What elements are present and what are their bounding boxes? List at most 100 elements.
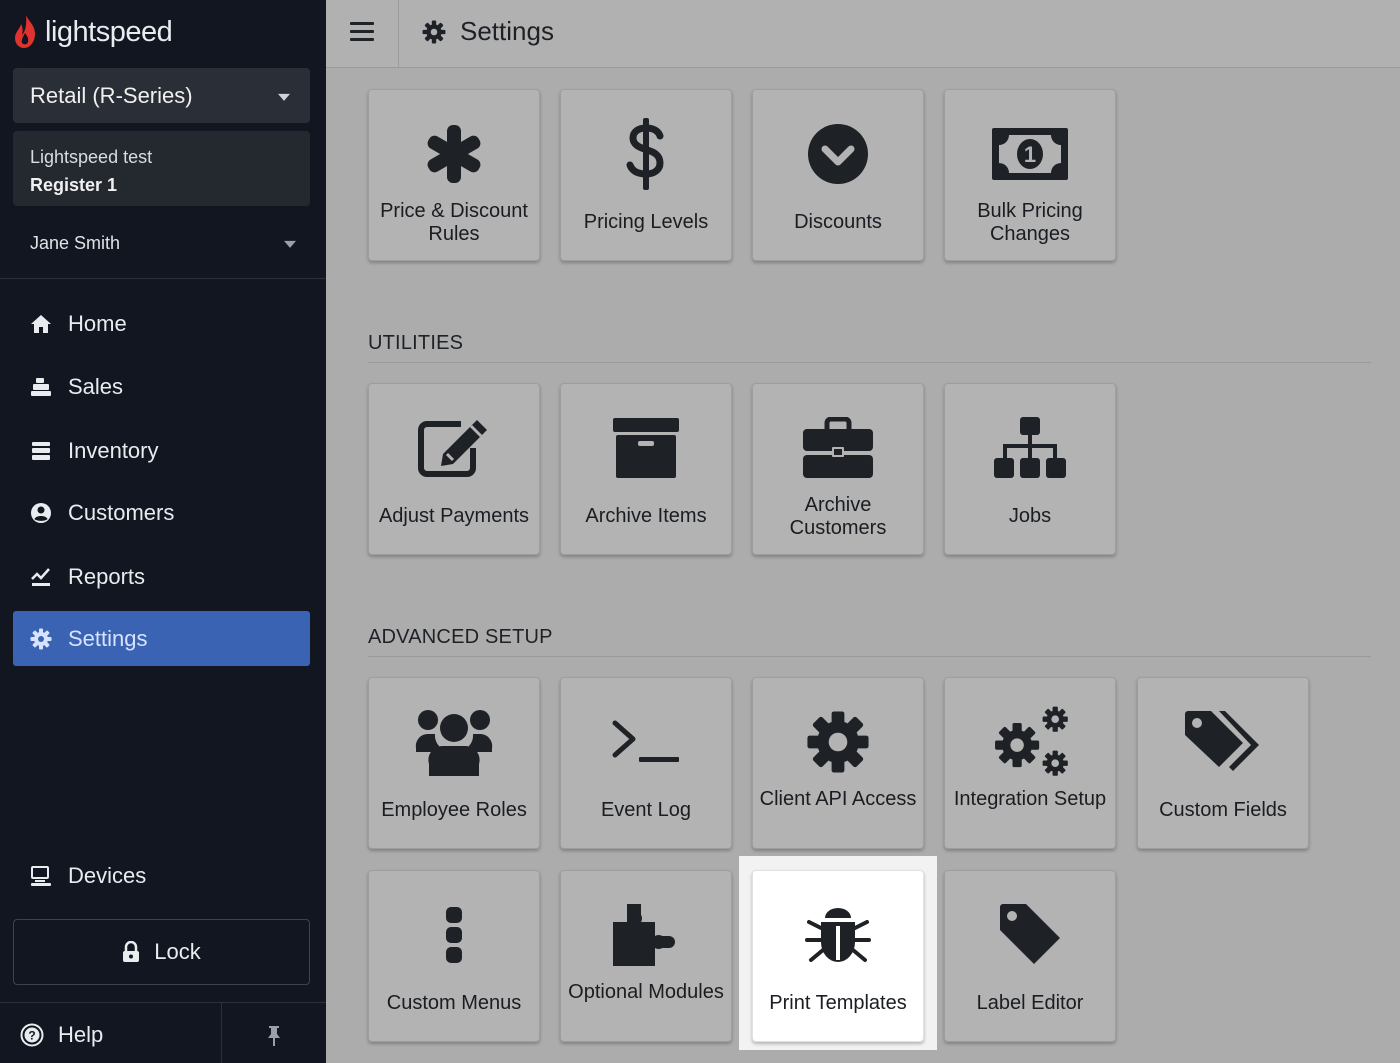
tile-event-log[interactable]: Event Log bbox=[560, 677, 732, 849]
product-selector[interactable]: Retail (R-Series) bbox=[13, 68, 310, 123]
caret-down-icon bbox=[284, 240, 296, 248]
nav-item-home[interactable]: Home bbox=[13, 296, 310, 351]
gear-icon bbox=[422, 20, 446, 43]
lightspeed-logo[interactable]: lightspeed bbox=[13, 12, 173, 52]
divider bbox=[368, 362, 1371, 363]
cogs-icon bbox=[945, 706, 1115, 778]
divider bbox=[368, 656, 1371, 657]
dollar-icon bbox=[561, 118, 731, 190]
hamburger-menu-icon[interactable] bbox=[350, 22, 374, 42]
cog-icon bbox=[753, 706, 923, 778]
nav-item-settings[interactable]: Settings bbox=[13, 611, 310, 666]
tile-label: Label Editor bbox=[976, 992, 1084, 1014]
tile-label: Event Log bbox=[600, 799, 692, 821]
help-icon: ? bbox=[20, 1023, 44, 1047]
section-title-utilities: UTILITIES bbox=[368, 332, 464, 354]
svg-text:?: ? bbox=[28, 1029, 35, 1043]
pin-icon[interactable] bbox=[262, 1024, 286, 1048]
tile-bulk-pricing-changes[interactable]: 1 Bulk Pricing Changes bbox=[944, 89, 1116, 261]
edit-icon bbox=[369, 412, 539, 484]
nav-item-inventory[interactable]: Inventory bbox=[13, 423, 310, 478]
page-title: Settings bbox=[422, 16, 554, 47]
tile-discounts[interactable]: Discounts bbox=[752, 89, 924, 261]
flame-icon bbox=[15, 15, 35, 48]
tile-archive-items[interactable]: Archive Items bbox=[560, 383, 732, 555]
chart-icon bbox=[30, 565, 52, 589]
nav-item-sales[interactable]: Sales bbox=[13, 359, 310, 414]
nav-label: Inventory bbox=[68, 437, 159, 463]
tile-pricing-levels[interactable]: Pricing Levels bbox=[560, 89, 732, 261]
users-icon bbox=[369, 706, 539, 778]
top-bar: Settings bbox=[326, 0, 1400, 68]
vertical-dots-icon bbox=[369, 899, 539, 971]
tile-label: Archive Items bbox=[585, 505, 707, 527]
tile-adjust-payments[interactable]: Adjust Payments bbox=[368, 383, 540, 555]
nav-item-devices[interactable]: Devices bbox=[13, 848, 310, 903]
register-info: Lightspeed test Register 1 bbox=[13, 131, 310, 206]
gear-icon bbox=[30, 627, 52, 651]
briefcase-icon bbox=[753, 412, 923, 484]
nav-item-customers[interactable]: Customers bbox=[13, 485, 310, 540]
page-title-text: Settings bbox=[460, 16, 554, 46]
nav-label: Home bbox=[68, 310, 127, 336]
asterisk-icon bbox=[369, 118, 539, 190]
chevron-circle-icon bbox=[753, 118, 923, 190]
nav-label: Sales bbox=[68, 373, 124, 399]
nav-item-reports[interactable]: Reports bbox=[13, 549, 310, 604]
tile-label: Custom Fields bbox=[1159, 799, 1287, 821]
tile-label: Price & Discount Rules bbox=[380, 200, 528, 245]
tile-custom-menus[interactable]: Custom Menus bbox=[368, 870, 540, 1042]
tile-client-api-access[interactable]: Client API Access bbox=[752, 677, 924, 849]
tile-price-discount-rules[interactable]: Price & Discount Rules bbox=[368, 89, 540, 261]
tile-label: Integration Setup bbox=[953, 788, 1107, 810]
terminal-icon bbox=[561, 706, 731, 778]
tile-employee-roles[interactable]: Employee Roles bbox=[368, 677, 540, 849]
devices-icon bbox=[30, 864, 52, 888]
tile-label: Print Templates bbox=[769, 992, 907, 1014]
archive-icon bbox=[561, 412, 731, 484]
tile-archive-customers[interactable]: Archive Customers bbox=[752, 383, 924, 555]
home-icon bbox=[30, 312, 52, 336]
tag-icon bbox=[945, 899, 1115, 971]
sitemap-icon bbox=[945, 412, 1115, 484]
divider bbox=[398, 0, 399, 68]
lock-button[interactable]: Lock bbox=[13, 919, 310, 985]
tile-label: Adjust Payments bbox=[378, 505, 530, 527]
caret-down-icon bbox=[278, 93, 290, 101]
tile-integration-setup[interactable]: Integration Setup bbox=[944, 677, 1116, 849]
divider bbox=[221, 1003, 222, 1063]
register-name: Register 1 bbox=[30, 175, 118, 195]
tags-icon bbox=[1138, 706, 1308, 778]
tile-label: Jobs bbox=[1008, 505, 1052, 527]
svg-text:1: 1 bbox=[1024, 142, 1036, 167]
tile-optional-modules[interactable]: Optional Modules bbox=[560, 870, 732, 1042]
tile-label: Optional Modules bbox=[568, 981, 724, 1003]
tile-label-editor[interactable]: Label Editor bbox=[944, 870, 1116, 1042]
sidebar: lightspeed Retail (R-Series) Lightspeed … bbox=[0, 0, 326, 1063]
lock-icon bbox=[123, 941, 140, 962]
tile-label: Employee Roles bbox=[381, 799, 527, 821]
tile-label: Discounts bbox=[794, 211, 882, 233]
product-selector-label: Retail (R-Series) bbox=[30, 82, 193, 108]
help-label: Help bbox=[58, 1022, 104, 1047]
nav-label: Customers bbox=[68, 499, 175, 525]
puzzle-icon bbox=[561, 899, 731, 971]
tile-label: Custom Menus bbox=[386, 992, 522, 1014]
user-name: Jane Smith bbox=[30, 232, 121, 253]
divider bbox=[0, 278, 326, 279]
lock-label: Lock bbox=[154, 939, 201, 964]
shop-name: Lightspeed test bbox=[30, 147, 153, 167]
tile-label: Pricing Levels bbox=[583, 211, 709, 233]
nav-label: Devices bbox=[68, 862, 147, 888]
help-button[interactable]: ? Help bbox=[20, 1010, 103, 1060]
tile-label: Archive Customers bbox=[789, 494, 887, 539]
user-menu[interactable]: Jane Smith bbox=[13, 222, 310, 264]
tile-print-templates[interactable]: Print Templates bbox=[752, 870, 924, 1042]
nav-label: Reports bbox=[68, 563, 146, 589]
bug-icon bbox=[753, 899, 923, 971]
money-bill-icon: 1 bbox=[945, 118, 1115, 190]
tile-custom-fields[interactable]: Custom Fields bbox=[1137, 677, 1309, 849]
nav-label: Settings bbox=[68, 625, 148, 651]
tile-jobs[interactable]: Jobs bbox=[944, 383, 1116, 555]
brand-name: lightspeed bbox=[45, 15, 173, 48]
